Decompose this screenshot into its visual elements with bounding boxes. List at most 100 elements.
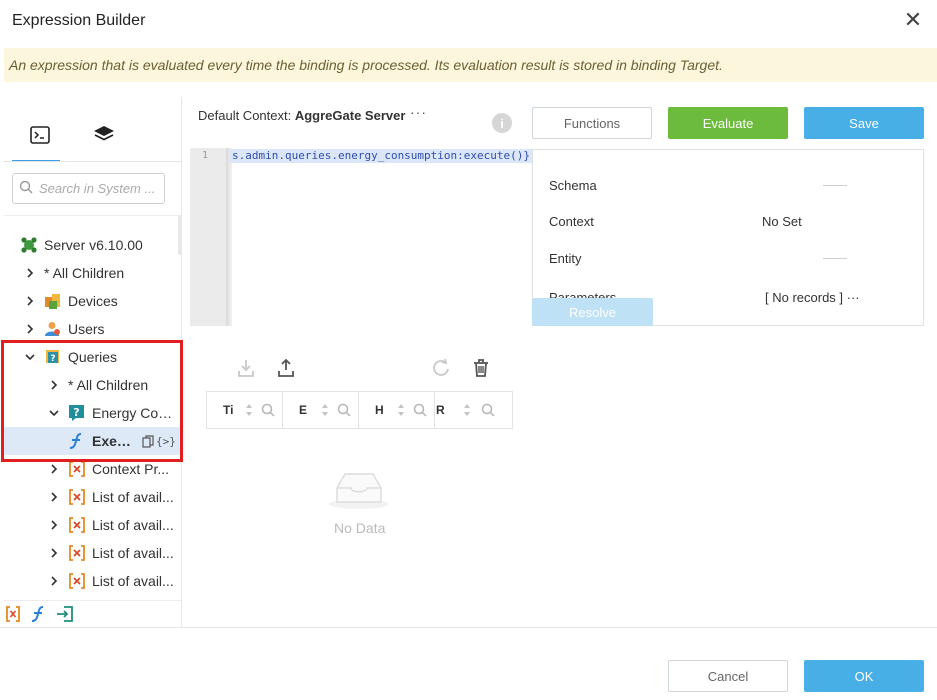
tree-node-variable[interactable]: List of avail... [48, 539, 176, 567]
tree-node-label: Energy Con... [92, 405, 174, 421]
line-number: 1 [202, 150, 209, 161]
function-filter-icon[interactable] [30, 605, 48, 623]
tree-node-label: List of avail... [92, 573, 174, 589]
default-context-label: Default Context: AggreGate Server [198, 108, 405, 123]
tree-node-label: Queries [68, 349, 118, 365]
property-value: No Set [762, 214, 802, 229]
evaluate-button[interactable]: Evaluate [668, 107, 788, 139]
default-context-caption: Default Context: [198, 108, 292, 123]
sort-icon[interactable] [245, 403, 253, 417]
dialog-titlebar: Expression Builder ✕ [0, 0, 937, 44]
banner-text: An expression that is evaluated every ti… [9, 57, 723, 73]
variable-filter-icon[interactable] [4, 605, 22, 623]
tree-node-users[interactable]: Users [24, 315, 105, 343]
chevron-down-icon[interactable] [24, 351, 36, 363]
chevron-right-icon[interactable] [24, 267, 36, 279]
tree-node-all-children[interactable]: * All Children [48, 371, 148, 399]
tree-node-label: List of avail... [92, 517, 174, 533]
divider [4, 215, 180, 216]
chevron-right-icon[interactable] [48, 463, 60, 475]
variable-icon [68, 572, 86, 590]
divider [4, 161, 182, 162]
tree-node-all-children[interactable]: * All Children [24, 259, 124, 287]
tree-node-label: Context Pr... [92, 461, 170, 477]
tree-node-label: * All Children [44, 265, 125, 281]
tree-node-variable[interactable]: List of avail... [48, 511, 176, 539]
expression-editor[interactable]: 1 s.admin.queries.energy_consumption:exe… [190, 148, 533, 326]
expression-code[interactable]: s.admin.queries.energy_consumption:execu… [230, 149, 533, 163]
chevron-right-icon[interactable] [48, 575, 60, 587]
trash-icon[interactable] [470, 356, 492, 380]
empty-value-dash [823, 185, 847, 186]
property-label: Entity [549, 251, 582, 266]
filter-search-icon[interactable] [336, 402, 352, 418]
save-button[interactable]: Save [804, 107, 924, 139]
tree-node-label: Exec... [92, 433, 136, 449]
tree-filter-toolbar [4, 605, 74, 623]
tree-node-energy-query[interactable]: ? Energy Con... [48, 399, 176, 427]
tree-search[interactable] [12, 173, 165, 204]
queries-icon: ? [44, 348, 62, 366]
chevron-right-icon[interactable] [48, 547, 60, 559]
cancel-button[interactable]: Cancel [668, 660, 788, 692]
tree-node-label: Devices [68, 293, 118, 309]
close-icon[interactable]: ✕ [903, 9, 923, 32]
ok-button[interactable]: OK [804, 660, 924, 692]
filter-search-icon[interactable] [412, 402, 428, 418]
column-label: H [375, 403, 384, 417]
sort-icon[interactable] [463, 403, 471, 417]
info-icon[interactable]: i [492, 113, 512, 133]
filter-search-icon[interactable] [260, 402, 276, 418]
more-icon[interactable]: ··· [410, 104, 427, 120]
copy-icon[interactable] [142, 434, 154, 448]
table-column-header[interactable]: R [435, 392, 511, 428]
default-context-value: AggreGate Server [294, 108, 406, 123]
functions-button[interactable]: Functions [532, 107, 652, 139]
tree-node-server[interactable]: Server v6.10.00 [20, 231, 143, 259]
layers-icon[interactable] [92, 123, 116, 147]
svg-text:?: ? [50, 354, 55, 364]
filter-search-icon[interactable] [480, 402, 496, 418]
property-value[interactable]: [ No records ] ··· [765, 290, 860, 305]
variable-icon [68, 488, 86, 506]
no-data-text: No Data [334, 520, 386, 536]
sort-icon[interactable] [321, 403, 329, 417]
resolve-button[interactable]: Resolve [532, 298, 653, 326]
tree-scrollbar[interactable] [178, 215, 182, 255]
variable-icon [68, 460, 86, 478]
tree-node-variable[interactable]: List of avail... [48, 483, 176, 511]
property-label: Schema [549, 178, 597, 193]
dialog-title: Expression Builder [12, 12, 146, 29]
tree-node-queries[interactable]: ? Queries [24, 343, 117, 371]
refresh-icon[interactable] [430, 356, 452, 380]
chevron-right-icon[interactable] [48, 491, 60, 503]
chevron-right-icon[interactable] [24, 295, 36, 307]
download-icon[interactable] [235, 356, 257, 380]
insert-reference-icon[interactable]: {>} [156, 435, 176, 448]
property-label: Context [549, 214, 594, 229]
search-icon [19, 180, 33, 197]
empty-inbox-icon [329, 473, 389, 509]
upload-icon[interactable] [275, 356, 297, 380]
chevron-right-icon[interactable] [24, 323, 36, 335]
chevron-right-icon[interactable] [48, 379, 60, 391]
variable-icon [68, 544, 86, 562]
chevron-down-icon[interactable] [48, 407, 60, 419]
chevron-right-icon[interactable] [48, 519, 60, 531]
search-input[interactable] [39, 181, 159, 196]
table-column-header[interactable]: Ti [207, 392, 283, 428]
table-column-header[interactable]: H [359, 392, 435, 428]
variable-icon [68, 516, 86, 534]
column-label: Ti [223, 403, 234, 417]
table-column-header[interactable]: E [283, 392, 359, 428]
sort-icon[interactable] [397, 403, 405, 417]
tree-node-execute-function[interactable]: Exec... {>} [4, 427, 182, 455]
tree-node-label: * All Children [68, 377, 149, 393]
event-filter-icon[interactable] [56, 605, 74, 623]
tree-node-label: Users [68, 321, 105, 337]
terminal-icon[interactable] [28, 123, 52, 147]
users-icon [44, 320, 62, 338]
tree-node-devices[interactable]: Devices [24, 287, 118, 315]
tree-node-variable[interactable]: Context Pr... [48, 455, 176, 483]
tree-node-variable[interactable]: List of avail... [48, 567, 176, 595]
